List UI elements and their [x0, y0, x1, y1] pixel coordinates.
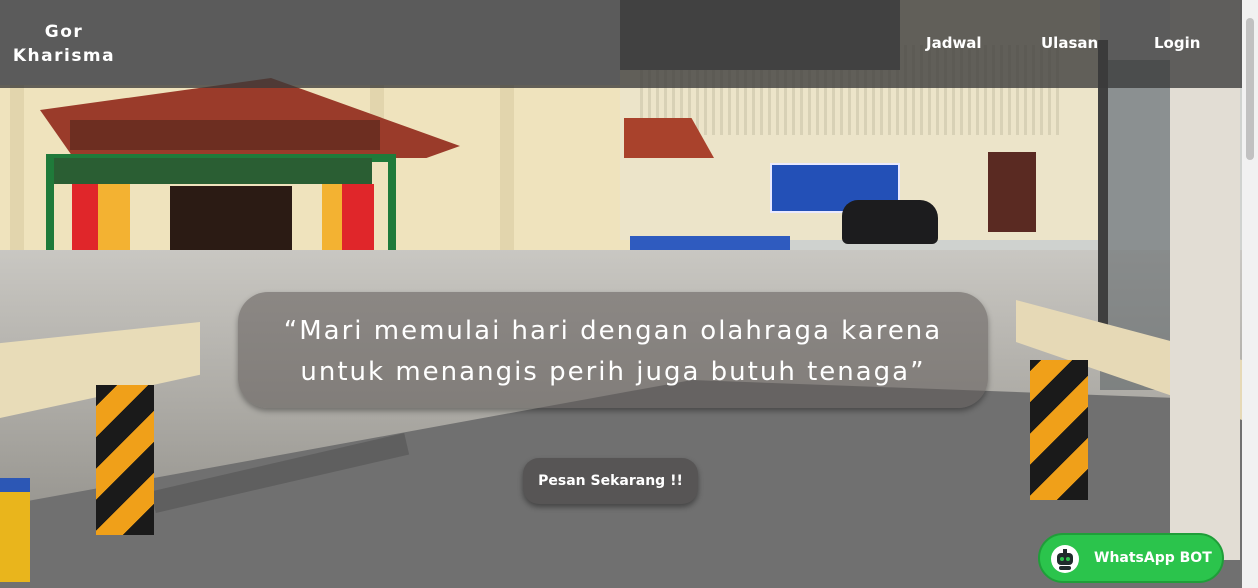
nav-link-login[interactable]: Login: [1154, 34, 1200, 52]
striped-post-left: [96, 385, 154, 535]
striped-post-right: [1030, 360, 1088, 500]
nav-link-ulasan[interactable]: Ulasan: [1041, 34, 1098, 52]
hero-quote: “Mari memulai hari dengan olahraga karen…: [283, 316, 943, 387]
nav-link-jadwal[interactable]: Jadwal: [926, 34, 982, 52]
order-now-button[interactable]: Pesan Sekarang !!: [523, 458, 698, 504]
robot-icon: [1051, 545, 1079, 573]
brand-logo-text[interactable]: Gor Kharisma: [8, 20, 120, 68]
gate-sign: [54, 158, 372, 184]
page-scrollbar[interactable]: [1242, 0, 1258, 588]
parked-car: [842, 200, 938, 244]
navbar: Gor Kharisma Jadwal Ulasan Login: [0, 0, 1258, 88]
whatsapp-bot-label: WhatsApp BOT: [1094, 550, 1212, 566]
hero-quote-card: “Mari memulai hari dengan olahraga karen…: [238, 292, 988, 408]
whatsapp-bot-button[interactable]: WhatsApp BOT: [1038, 533, 1224, 583]
scrollbar-thumb[interactable]: [1246, 18, 1254, 160]
